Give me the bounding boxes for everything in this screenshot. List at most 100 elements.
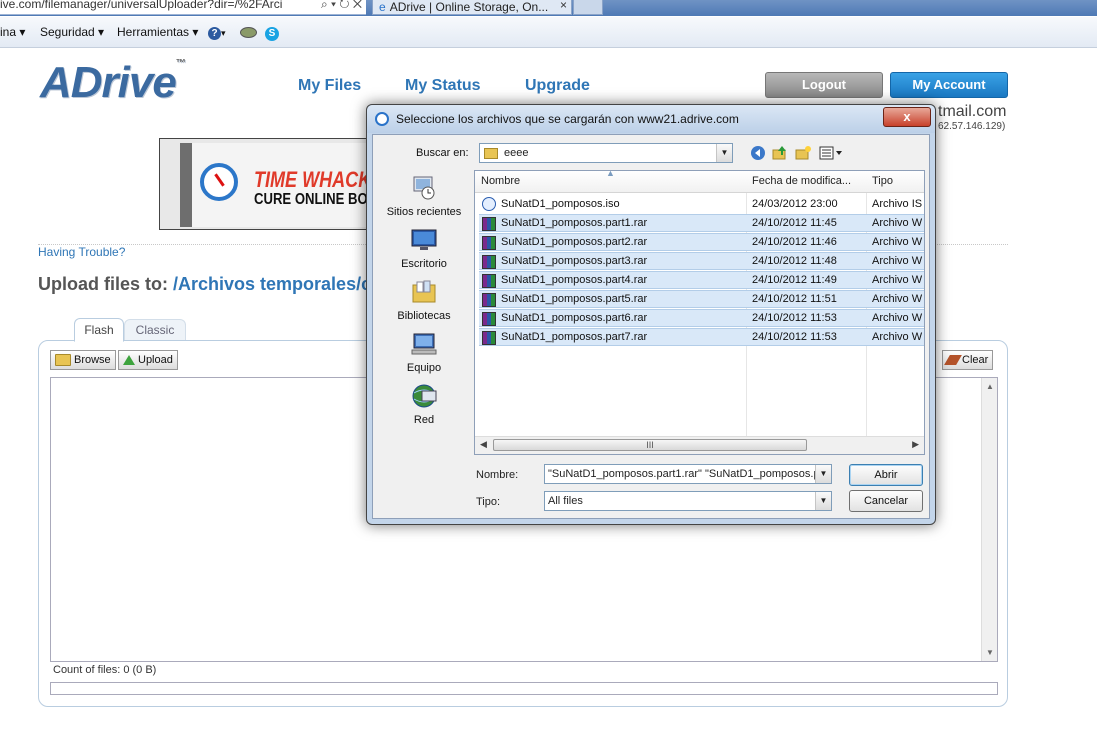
- upload-progress-bar: [50, 682, 998, 695]
- iso-file-icon: [482, 197, 496, 211]
- ie-icon: e: [379, 0, 386, 14]
- up-folder-icon[interactable]: [772, 145, 788, 161]
- file-type-select[interactable]: All files ▼: [544, 491, 832, 511]
- horizontal-scrollbar[interactable]: ◀ III ▶: [475, 436, 924, 454]
- new-tab-button[interactable]: [573, 0, 603, 15]
- rar-file-icon: [482, 331, 496, 345]
- view-menu-icon[interactable]: [819, 145, 843, 161]
- scroll-up-icon[interactable]: ▲: [986, 382, 994, 391]
- chevron-down-icon[interactable]: ▼: [815, 492, 831, 510]
- nav-my-files[interactable]: My Files: [298, 77, 361, 95]
- file-type: Archivo W: [872, 331, 923, 343]
- having-trouble-link[interactable]: Having Trouble?: [38, 245, 125, 259]
- user-ip: 62.57.146.129): [938, 121, 1006, 132]
- column-type[interactable]: Tipo: [872, 175, 893, 187]
- vertical-scrollbar[interactable]: ▲ ▼: [981, 378, 997, 661]
- nav-upgrade[interactable]: Upgrade: [525, 77, 590, 95]
- scrollbar-thumb[interactable]: III: [493, 439, 807, 451]
- logout-button[interactable]: Logout: [765, 72, 883, 98]
- tab-close-icon[interactable]: ×: [560, 0, 567, 12]
- adrive-logo[interactable]: ADrive™: [40, 58, 186, 108]
- dialog-titlebar[interactable]: Seleccione los archivos que se cargarán …: [367, 105, 935, 133]
- upload-path-link[interactable]: /Archivos temporales/c: [173, 274, 371, 294]
- file-list-header: Nombre ▲ Fecha de modifica... Tipo: [475, 171, 924, 193]
- browser-tab-adrive[interactable]: e ADrive | Online Storage, On... ×: [372, 0, 572, 15]
- file-name: SuNatD1_pomposos.part7.rar: [501, 331, 648, 343]
- security-menu[interactable]: Seguridad ▾: [40, 25, 104, 39]
- user-email: tmail.com: [938, 103, 1007, 120]
- scroll-right-icon[interactable]: ▶: [912, 439, 919, 450]
- file-type: Archivo W: [872, 274, 923, 286]
- tab-flash[interactable]: Flash: [74, 318, 124, 342]
- browse-button[interactable]: Browse: [50, 350, 116, 370]
- look-in-dropdown[interactable]: eeee ▼: [479, 143, 733, 163]
- my-account-button[interactable]: My Account: [890, 72, 1008, 98]
- rar-file-icon: [482, 312, 496, 326]
- open-button[interactable]: Abrir: [849, 464, 923, 486]
- file-name-label: Nombre:: [476, 469, 519, 481]
- libraries-icon: [412, 280, 436, 303]
- file-name: SuNatD1_pomposos.part5.rar: [501, 293, 648, 305]
- new-folder-icon[interactable]: [795, 145, 811, 161]
- tab-classic[interactable]: Classic: [124, 319, 186, 341]
- file-name-field[interactable]: "SuNatD1_pomposos.part1.rar" "SuNatD1_po…: [544, 464, 832, 484]
- file-row[interactable]: SuNatD1_pomposos.part3.rar 24/10/2012 11:…: [479, 252, 924, 270]
- address-controls[interactable]: ⌕ ▾ ↻ ✕: [321, 0, 362, 12]
- place-desktop[interactable]: Escritorio: [377, 227, 471, 270]
- folder-icon: [484, 147, 498, 159]
- dialog-title: Seleccione los archivos que se cargarán …: [396, 112, 739, 126]
- address-bar[interactable]: ive.com/filemanager/universalUploader?di…: [0, 0, 366, 15]
- dialog-close-button[interactable]: x: [883, 107, 931, 127]
- file-row[interactable]: SuNatD1_pomposos.part6.rar 24/10/2012 11:…: [479, 309, 924, 327]
- file-type: Archivo W: [872, 255, 923, 267]
- address-url[interactable]: ive.com/filemanager/universalUploader?di…: [0, 0, 282, 11]
- upload-heading: Upload files to: /Archivos temporales/c: [38, 274, 372, 294]
- file-type: Archivo W: [872, 236, 923, 248]
- file-row[interactable]: SuNatD1_pomposos.part4.rar 24/10/2012 11:…: [479, 271, 924, 289]
- desktop-icon: [411, 229, 437, 250]
- file-date: 24/10/2012 11:51: [752, 293, 837, 305]
- back-icon[interactable]: [750, 145, 766, 161]
- column-date[interactable]: Fecha de modifica...: [752, 175, 851, 187]
- network-icon: [412, 384, 437, 408]
- place-network[interactable]: Red: [377, 383, 471, 426]
- rar-file-icon: [482, 217, 496, 231]
- file-row[interactable]: SuNatD1_pomposos.part5.rar 24/10/2012 11:…: [479, 290, 924, 308]
- place-computer[interactable]: Equipo: [377, 331, 471, 374]
- broom-icon: [944, 355, 962, 366]
- sort-arrow-icon: ▲: [606, 170, 615, 178]
- rar-file-icon: [482, 255, 496, 269]
- skype-icon[interactable]: S: [265, 25, 279, 41]
- places-bar: Sitios recientes Escritorio Bibliotecas …: [377, 171, 471, 475]
- eye-icon[interactable]: [240, 27, 257, 41]
- file-row[interactable]: SuNatD1_pomposos.part1.rar 24/10/2012 11:…: [479, 214, 924, 232]
- file-row[interactable]: SuNatD1_pomposos.part2.rar 24/10/2012 11:…: [479, 233, 924, 251]
- clear-button[interactable]: Clear: [942, 350, 994, 370]
- help-icon: ?: [208, 27, 221, 40]
- file-date: 24/10/2012 11:46: [752, 236, 837, 248]
- look-in-label: Buscar en:: [416, 147, 469, 159]
- place-libraries[interactable]: Bibliotecas: [377, 279, 471, 322]
- file-date: 24/10/2012 11:53: [752, 331, 837, 343]
- file-type-label: Tipo:: [476, 496, 501, 508]
- place-recent[interactable]: Sitios recientes: [377, 175, 471, 218]
- help-menu[interactable]: ? ▾: [208, 25, 226, 40]
- scroll-left-icon[interactable]: ◀: [480, 439, 487, 450]
- upload-arrow-icon: [123, 355, 135, 366]
- tools-menu[interactable]: Herramientas ▾: [117, 25, 198, 39]
- file-list[interactable]: Nombre ▲ Fecha de modifica... Tipo SuNat…: [474, 170, 925, 455]
- nav-my-status[interactable]: My Status: [405, 77, 481, 95]
- scroll-down-icon[interactable]: ▼: [986, 648, 994, 657]
- file-row[interactable]: SuNatD1_pomposos.part7.rar 24/10/2012 11:…: [479, 328, 924, 346]
- file-type: Archivo W: [872, 217, 923, 229]
- upload-button[interactable]: Upload: [118, 350, 178, 370]
- chevron-down-icon[interactable]: ▼: [815, 465, 831, 483]
- page-menu[interactable]: ina ▾: [0, 25, 25, 39]
- chevron-down-icon[interactable]: ▼: [716, 144, 732, 162]
- file-row[interactable]: SuNatD1_pomposos.iso 24/03/2012 23:00 Arch…: [479, 195, 924, 213]
- column-name[interactable]: Nombre: [481, 175, 520, 187]
- rar-file-icon: [482, 293, 496, 307]
- ad-banner[interactable]: TIME WHACK CURE ONLINE BOR: [159, 138, 371, 230]
- ie-icon: [375, 112, 389, 126]
- cancel-button[interactable]: Cancelar: [849, 490, 923, 512]
